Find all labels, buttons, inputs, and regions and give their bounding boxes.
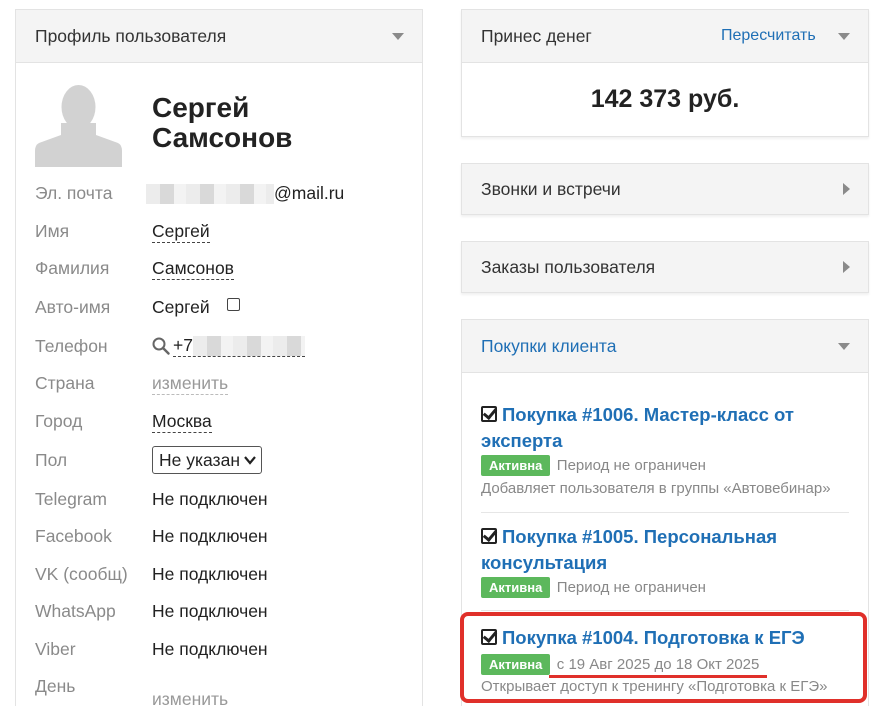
facebook-label: Facebook [35, 526, 112, 546]
collapse-caret-icon[interactable] [392, 33, 404, 40]
status-badge: Активна [481, 455, 551, 476]
money-panel-title: Принес денег [481, 26, 592, 46]
phone-value[interactable]: +7 [173, 334, 305, 358]
user-first-name: Сергей [152, 92, 250, 123]
chevron-down-icon [244, 456, 256, 465]
calls-panel-title: Звонки и встречи [481, 179, 621, 199]
day-label: День [35, 676, 76, 696]
telegram-label: Telegram [35, 489, 107, 509]
orders-panel-title: Заказы пользователя [481, 257, 656, 277]
country-change-link[interactable]: изменить [152, 372, 229, 395]
name-label: Имя [35, 221, 70, 241]
purchases-panel-title: Покупки клиента [481, 336, 617, 356]
email-redacted [146, 184, 274, 205]
user-silhouette-icon [35, 83, 122, 167]
email-suffix: @mail.ru [274, 183, 345, 203]
checkbox-checked-icon [481, 406, 497, 422]
purchases-panel-header[interactable]: Покупки клиента [462, 320, 868, 373]
collapse-caret-icon[interactable] [838, 33, 850, 40]
name-value[interactable]: Сергей [152, 220, 210, 243]
collapse-caret-icon[interactable] [838, 343, 850, 350]
phone-label: Телефон [35, 336, 108, 356]
purchase-note: Добавляет пользователя в группы «Автовеб… [481, 480, 831, 497]
country-label: Страна [35, 373, 95, 393]
purchase-period: Период не ограничен [556, 579, 706, 596]
orders-panel[interactable]: Заказы пользователя [461, 241, 869, 293]
recalculate-link[interactable]: Пересчитать [721, 27, 816, 45]
whatsapp-label: WhatsApp [35, 601, 116, 621]
autoname-label: Авто-имя [35, 297, 111, 317]
autoname-checkbox[interactable] [227, 298, 240, 311]
city-value[interactable]: Москва [152, 410, 212, 433]
city-label: Город [35, 411, 83, 431]
email-value[interactable]: @mail.ru [146, 183, 345, 205]
highlight-box [460, 612, 867, 703]
money-panel: Принес денег Пересчитать 142 373 руб. [461, 9, 869, 137]
profile-panel-header[interactable]: Профиль пользователя [16, 10, 422, 63]
purchase-status-row-1005: Активна Период не ограничен [481, 577, 706, 598]
gender-select[interactable]: Не указан [152, 446, 262, 474]
phone-redacted [192, 336, 305, 357]
money-amount: 142 373 руб. [590, 85, 740, 113]
viber-label: Viber [35, 639, 76, 659]
divider [481, 512, 849, 513]
purchase-period: Период не ограничен [556, 457, 706, 474]
money-panel-header[interactable]: Принес денег Пересчитать [462, 10, 868, 63]
checkbox-checked-icon [481, 528, 497, 544]
vk-label: VK (сообщ) [35, 564, 128, 584]
purchase-title-1005[interactable]: Покупка #1005. Персональная консультация [481, 524, 828, 576]
expand-caret-icon[interactable] [843, 261, 850, 273]
expand-caret-icon[interactable] [843, 183, 850, 195]
facebook-value: Не подключен [152, 526, 268, 546]
gender-selected: Не указан [159, 450, 240, 470]
autoname-value: Сергей [152, 297, 210, 317]
surname-label: Фамилия [35, 258, 110, 278]
highlight-underline [549, 675, 767, 678]
divider [481, 610, 849, 611]
profile-panel-title: Профиль пользователя [35, 26, 227, 46]
purchase-title-1006[interactable]: Покупка #1006. Мастер-класс от эксперта [481, 402, 828, 454]
calls-panel[interactable]: Звонки и встречи [461, 163, 869, 215]
status-badge: Активна [481, 577, 551, 598]
day-change-link[interactable]: изменить [152, 688, 228, 706]
whatsapp-value: Не подключен [152, 601, 268, 621]
purchase-status-row-1006: Активна Период не ограничен [481, 455, 706, 476]
email-label: Эл. почта [35, 183, 113, 203]
telegram-value: Не подключен [152, 489, 268, 509]
vk-value: Не подключен [152, 564, 268, 584]
viber-value: Не подключен [152, 639, 268, 659]
user-last-name: Самсонов [152, 122, 293, 153]
avatar [35, 83, 122, 167]
gender-label: Пол [35, 450, 68, 470]
surname-value[interactable]: Самсонов [152, 257, 234, 280]
user-full-name: Сергей Самсонов [152, 93, 292, 153]
phone-prefix: +7 [173, 335, 193, 355]
search-icon[interactable] [152, 337, 170, 355]
